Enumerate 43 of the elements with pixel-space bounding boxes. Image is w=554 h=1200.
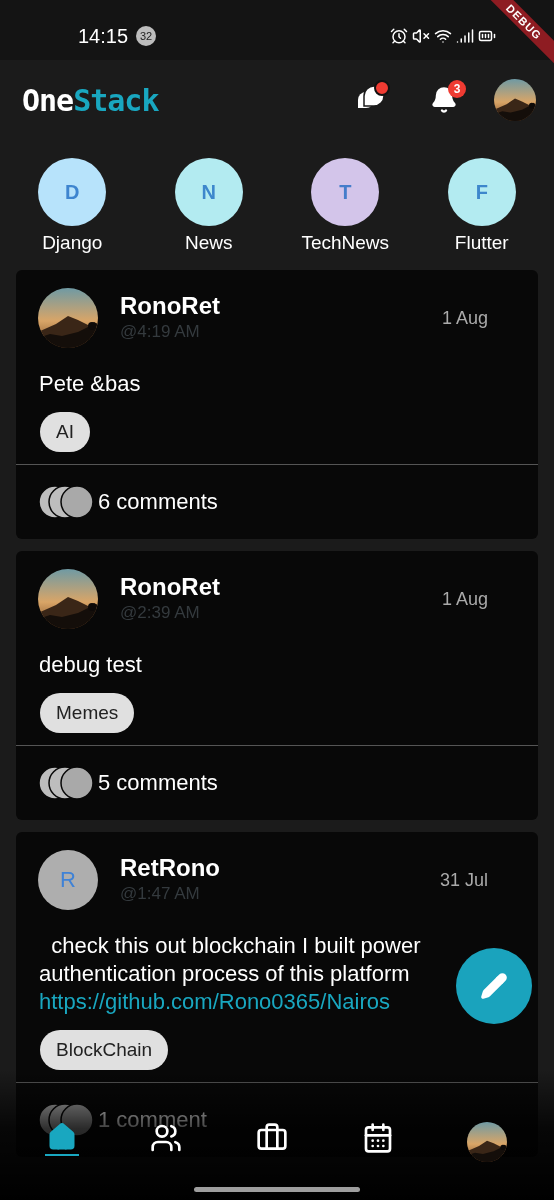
alarm-icon [390,27,408,45]
community-item[interactable]: T TechNews [285,158,406,254]
community-avatar: N [174,158,243,226]
nav-tab[interactable] [44,1120,79,1156]
notification-badge: 3 [448,80,466,98]
author-name: RonoRet [120,573,220,601]
post-body: check this out blockchain I built power authentication process of this platform https://github.com/Rono0365/Nairos [39,932,422,1016]
community-avatar: F [447,158,516,226]
post-date: 1 Aug [441,589,488,610]
community-item[interactable]: F Flutter [421,158,542,254]
community-avatar: D [38,158,107,226]
author-avatar[interactable] [38,288,98,348]
wifi-icon [434,27,452,45]
community-name: Flutter [454,232,509,254]
pencil-icon [480,972,508,1000]
post-body: debug test [39,651,143,679]
notification-count-badge: 32 [136,26,157,46]
tag-chip[interactable]: Memes [40,693,135,733]
author-name: RetRono [120,854,220,882]
community-name: News [185,232,233,254]
tag-chip[interactable]: AI [40,412,90,452]
author-avatar[interactable] [38,569,98,629]
mute-icon [412,27,430,45]
post-body: Pete &bas [39,370,142,398]
post-date: 1 Aug [441,308,488,329]
app-logo: OneStack [22,82,159,118]
author-name: RonoRet [120,292,220,320]
community-avatar: T [311,158,380,226]
comments-count[interactable]: 6 comments [98,489,218,515]
community-item[interactable]: D Django [12,158,133,254]
signal-icon [456,27,474,45]
community-name: Django [42,232,103,254]
commenter-avatars-icon [38,485,94,519]
tag-chip[interactable]: BlockChain [40,1030,169,1070]
post-date: 31 Jul [439,870,488,891]
community-item[interactable]: N News [148,158,269,254]
status-time: 14:15 [78,24,129,48]
comments-count[interactable]: 5 comments [98,770,218,796]
bell-icon [430,86,458,114]
commenter-avatars-icon [38,766,94,800]
profile-avatar[interactable] [494,79,536,121]
post-link[interactable]: https://github.com/Rono0365/Nairos [39,988,390,1016]
community-name: TechNews [301,232,390,254]
